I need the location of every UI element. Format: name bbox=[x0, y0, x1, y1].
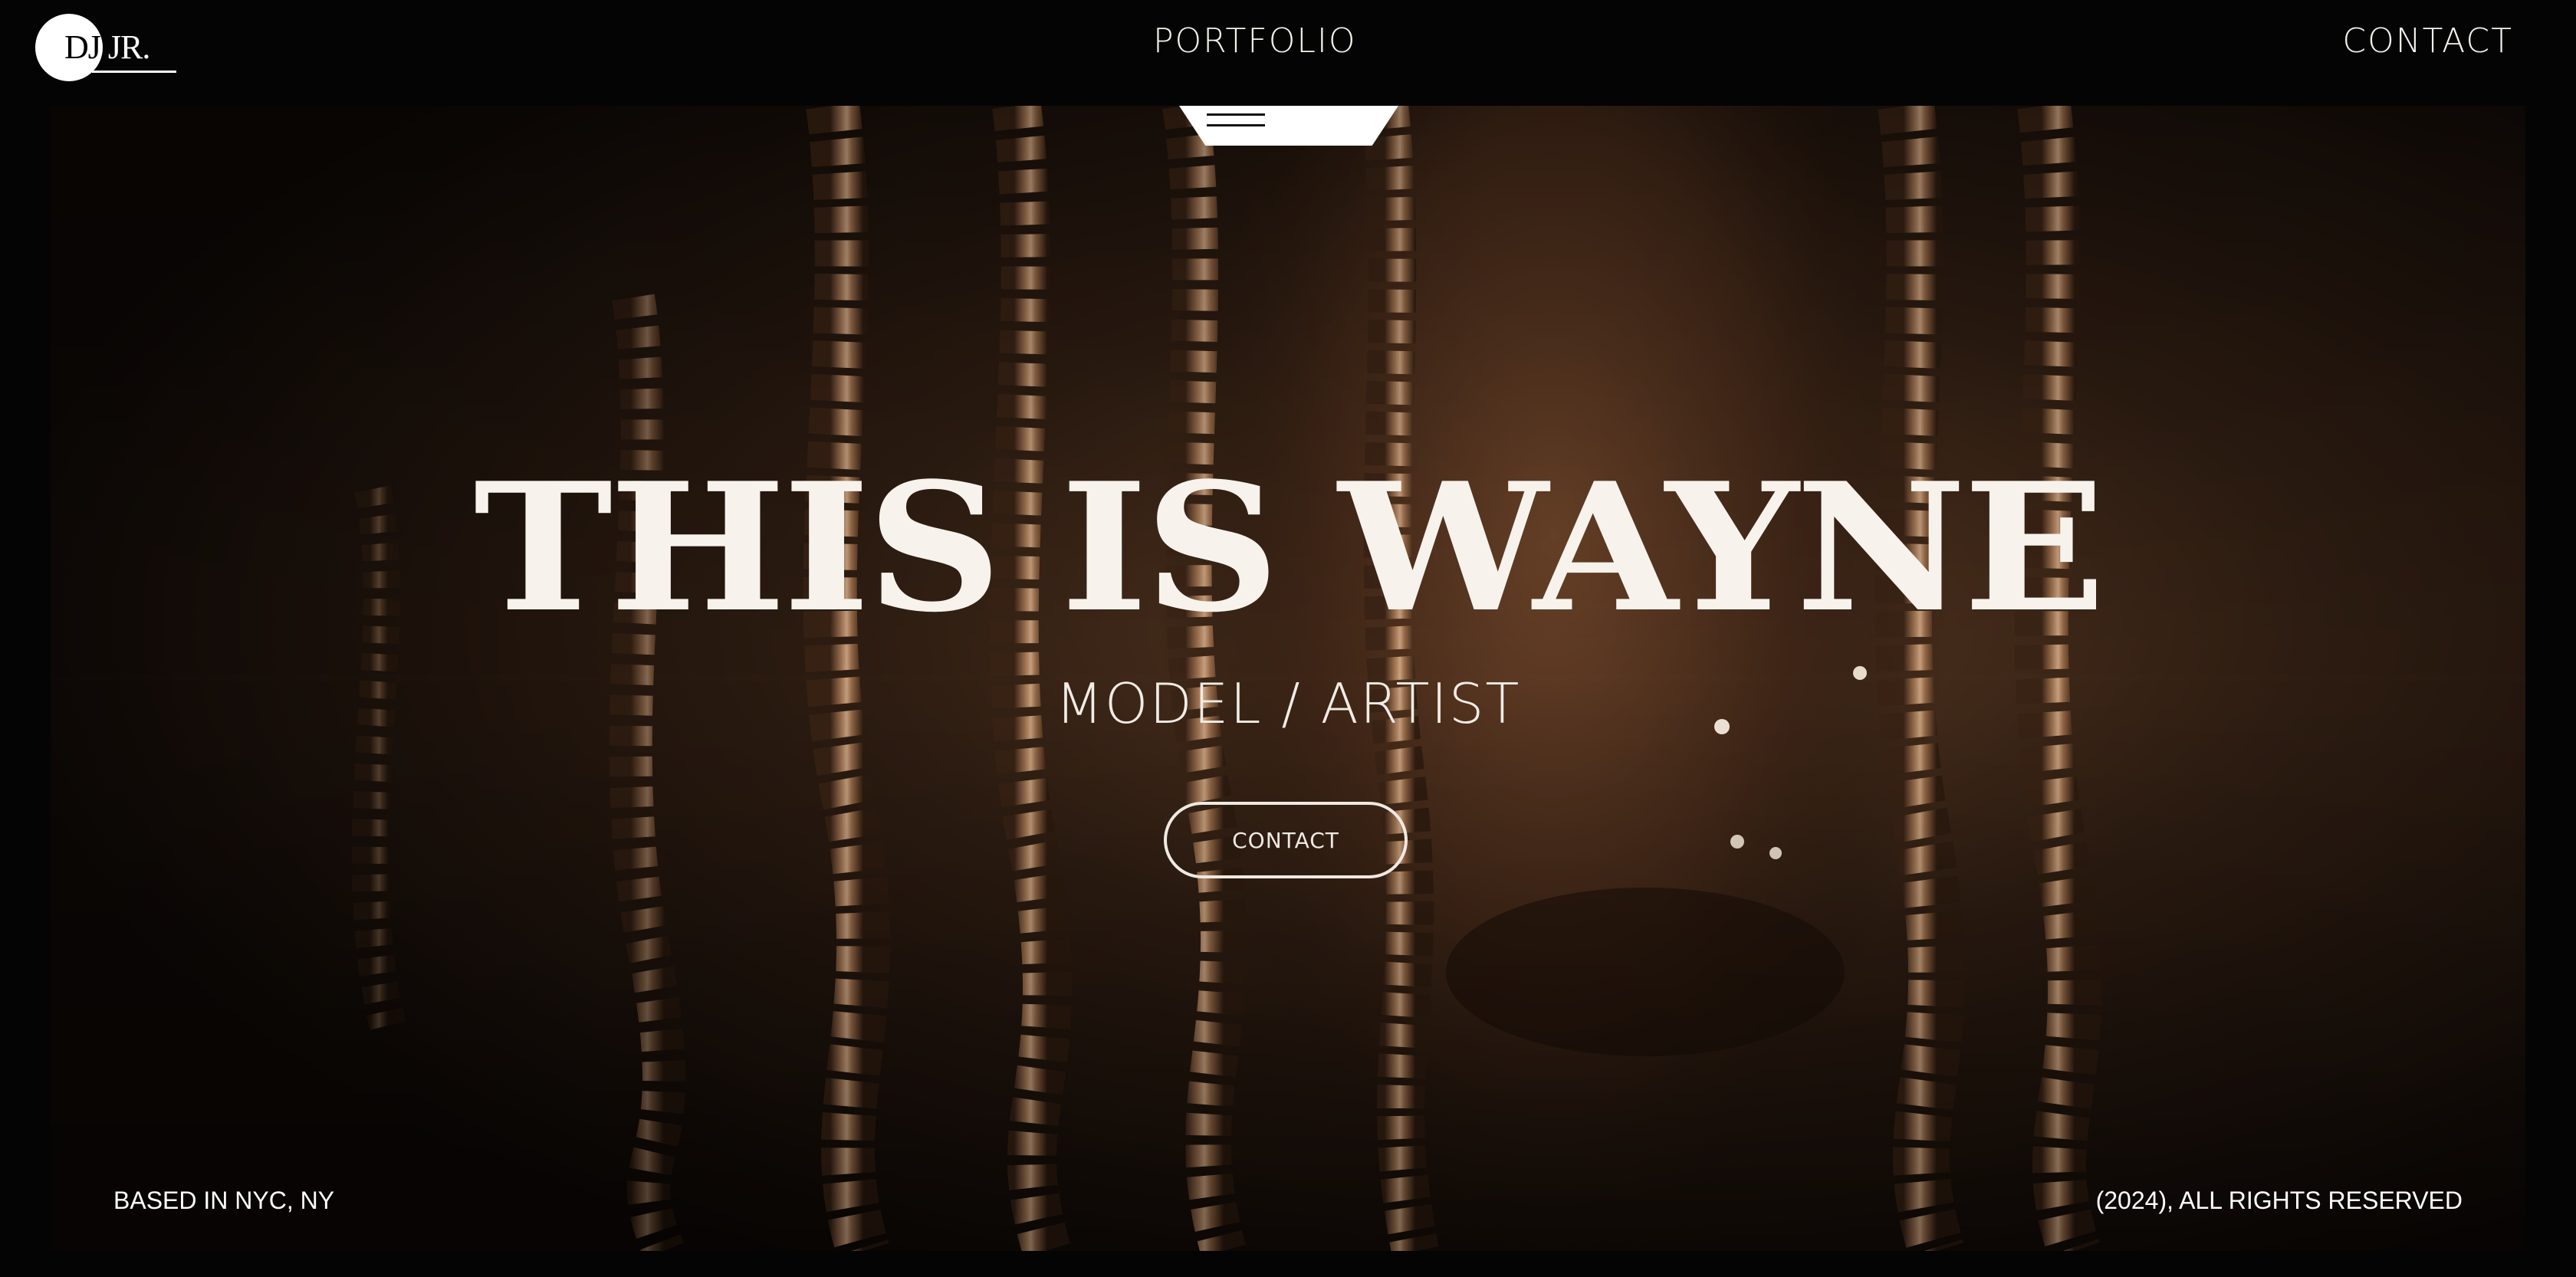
hero-subtitle: MODEL / ARTIST bbox=[1055, 671, 1521, 736]
hamburger-menu-icon[interactable] bbox=[1207, 113, 1265, 116]
nav-portfolio-link[interactable]: PORTFOLIO bbox=[1153, 25, 1356, 58]
logo[interactable]: DJ JR. bbox=[34, 12, 176, 81]
copyright-text: (2024), ALL RIGHTS RESERVED bbox=[2095, 1187, 2463, 1214]
site-header: DJ JR. PORTFOLIO CONTACT bbox=[0, 0, 2576, 100]
hero-contact-button[interactable]: CONTACT bbox=[1164, 802, 1408, 878]
page: DJ JR. PORTFOLIO CONTACT THIS IS WAYNE M… bbox=[0, 0, 2576, 1277]
location-text: BASED IN NYC, NY bbox=[113, 1187, 335, 1214]
hero-title: THIS IS WAYNE bbox=[473, 445, 2106, 652]
nav-contact-link[interactable]: CONTACT bbox=[2342, 25, 2513, 58]
logo-text: DJ JR. bbox=[64, 28, 150, 66]
hero-section: THIS IS WAYNE MODEL / ARTIST CONTACT BAS… bbox=[51, 106, 2525, 1251]
hamburger-menu-icon-line bbox=[1207, 124, 1265, 126]
logo-underline bbox=[92, 71, 176, 73]
